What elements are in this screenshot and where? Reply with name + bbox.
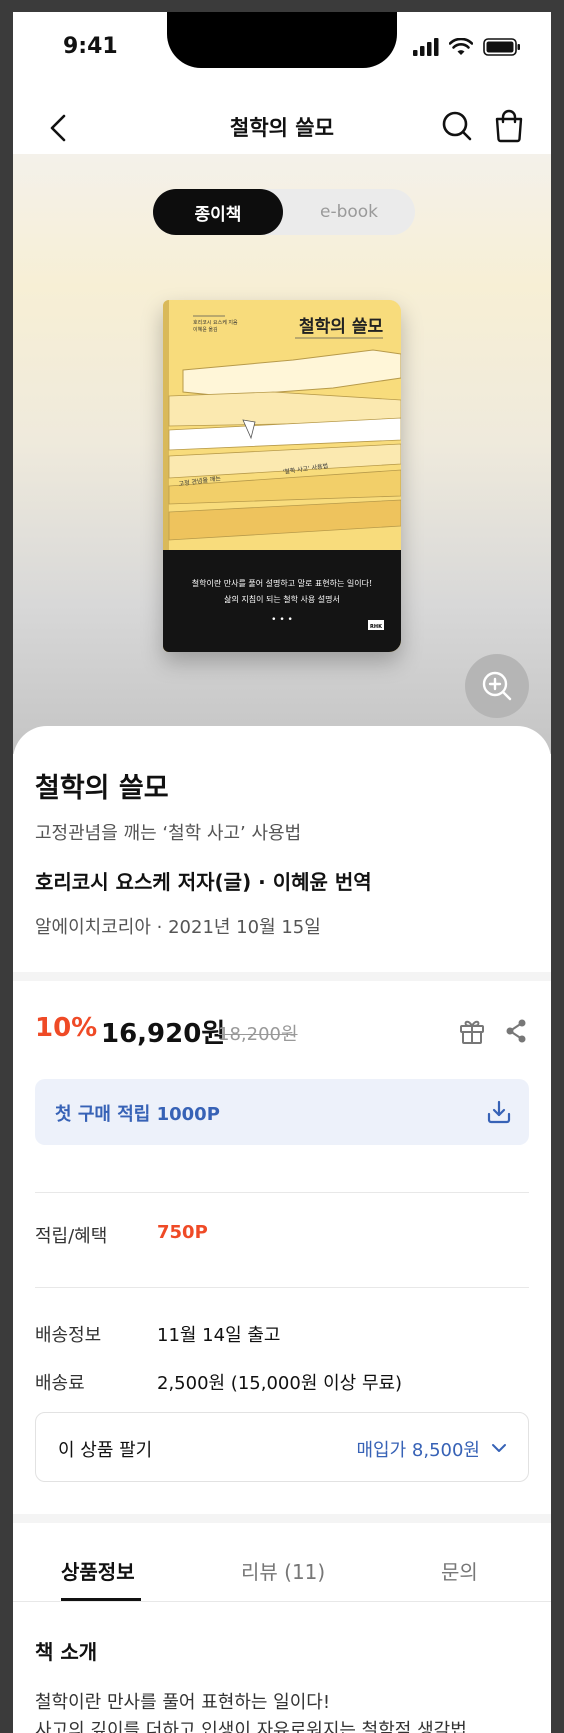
delivery-fee-value: 2,500원 (15,000원 이상 무료) (157, 1373, 403, 1394)
signal-icon (413, 38, 439, 56)
phone-screen: 9:41 철학의 쓸모 종이책 e-book 호리코시 요스케 지음 이혜윤 옮… (13, 12, 551, 1733)
book-intro-title: 책 소개 (35, 1640, 98, 1664)
format-toggle: 종이책 e-book (153, 189, 415, 235)
product-subtitle: 고정관념을 깨는 ‘철학 사고’ 사용법 (35, 823, 302, 844)
product-authors[interactable]: 호리코시 요스케 저자(글) · 이혜윤 번역 (35, 866, 372, 895)
book-intro-line: 사고의 깊이를 더하고 인생이 자유로워지는 철학적 생각법 (35, 1720, 467, 1733)
battery-icon (483, 38, 520, 56)
shopping-bag-icon (495, 109, 523, 143)
chevron-down-icon (488, 1437, 510, 1459)
cover-band-line1: 철학이란 만사를 풀어 설명하고 말로 표현하는 일이다! (192, 578, 372, 588)
search-icon (442, 111, 472, 141)
original-price: 18,200원 (218, 1024, 298, 1045)
cart-button[interactable] (489, 106, 529, 146)
divider (35, 1287, 529, 1288)
share-icon (506, 1019, 526, 1043)
book-cover-art: 호리코시 요스케 지음 이혜윤 옮김 철학의 쓸모 고정 관념을 깨는 '철학 … (163, 300, 401, 652)
tab-product-info[interactable]: 상품정보 (61, 1556, 135, 1585)
delivery-info-value: 11월 14일 출고 (157, 1325, 281, 1346)
divider (35, 1192, 529, 1193)
zoom-in-icon (482, 671, 512, 701)
benefits-label: 적립/혜택 (35, 1226, 108, 1247)
cover-author-line2: 이혜윤 옮김 (193, 326, 218, 333)
hero-area: 종이책 e-book 호리코시 요스케 지음 이혜윤 옮김 철학의 쓸모 고정 … (13, 154, 551, 754)
product-publisher-date: 알에이치코리아 · 2021년 10월 15일 (35, 917, 321, 938)
coupon-download-button[interactable] (485, 1098, 513, 1126)
gift-button[interactable] (457, 1016, 487, 1046)
first-purchase-coupon[interactable]: 첫 구매 적립 1000P (35, 1079, 529, 1145)
active-tab-indicator (61, 1598, 141, 1601)
product-title: 철학의 쓸모 (35, 773, 169, 804)
buyback-price: 매입가 8,500원 (356, 1440, 481, 1461)
section-divider (13, 972, 551, 981)
product-tabs: 상품정보 리뷰 (11) 문의 (13, 1544, 551, 1602)
format-option-paper[interactable]: 종이책 (153, 189, 283, 235)
sell-item-row[interactable]: 이 상품 팔기 매입가 8,500원 (35, 1412, 529, 1482)
tab-inquiries[interactable]: 문의 (441, 1556, 478, 1585)
download-icon (487, 1100, 511, 1124)
status-icons (413, 38, 521, 56)
sell-item-label: 이 상품 팔기 (58, 1440, 153, 1461)
cover-band-line2: 삶의 지침이 되는 철학 사용 설명서 (224, 594, 340, 604)
book-cover[interactable]: 호리코시 요스케 지음 이혜윤 옮김 철학의 쓸모 고정 관념을 깨는 '철학 … (163, 300, 401, 652)
share-button[interactable] (501, 1016, 531, 1046)
delivery-info-label: 배송정보 (35, 1325, 102, 1346)
tab-reviews[interactable]: 리뷰 (11) (241, 1556, 325, 1585)
status-time: 9:41 (63, 34, 118, 59)
benefits-value: 750P (157, 1222, 208, 1243)
cover-band-dots: • • • (271, 615, 293, 625)
section-divider (13, 1514, 551, 1523)
zoom-button[interactable] (465, 654, 529, 718)
cover-title: 철학의 쓸모 (299, 317, 383, 337)
coupon-label: 첫 구매 적립 1000P (55, 1104, 220, 1125)
sale-price: 16,920원 (101, 1019, 226, 1049)
delivery-fee-label: 배송료 (35, 1373, 85, 1394)
cover-publisher-mark: RHK (370, 624, 383, 630)
device-notch (167, 12, 397, 68)
wifi-icon (449, 38, 473, 55)
book-intro-line: 철학이란 만사를 풀어 표현하는 일이다! (35, 1692, 331, 1713)
cover-author-line1: 호리코시 요스케 지음 (193, 319, 238, 326)
search-button[interactable] (437, 106, 477, 146)
product-sheet: 철학의 쓸모 고정관념을 깨는 ‘철학 사고’ 사용법 호리코시 요스케 저자(… (13, 726, 551, 1733)
discount-rate: 10% (35, 1013, 98, 1043)
format-option-ebook[interactable]: e-book (283, 189, 415, 235)
gift-icon (460, 1020, 484, 1044)
